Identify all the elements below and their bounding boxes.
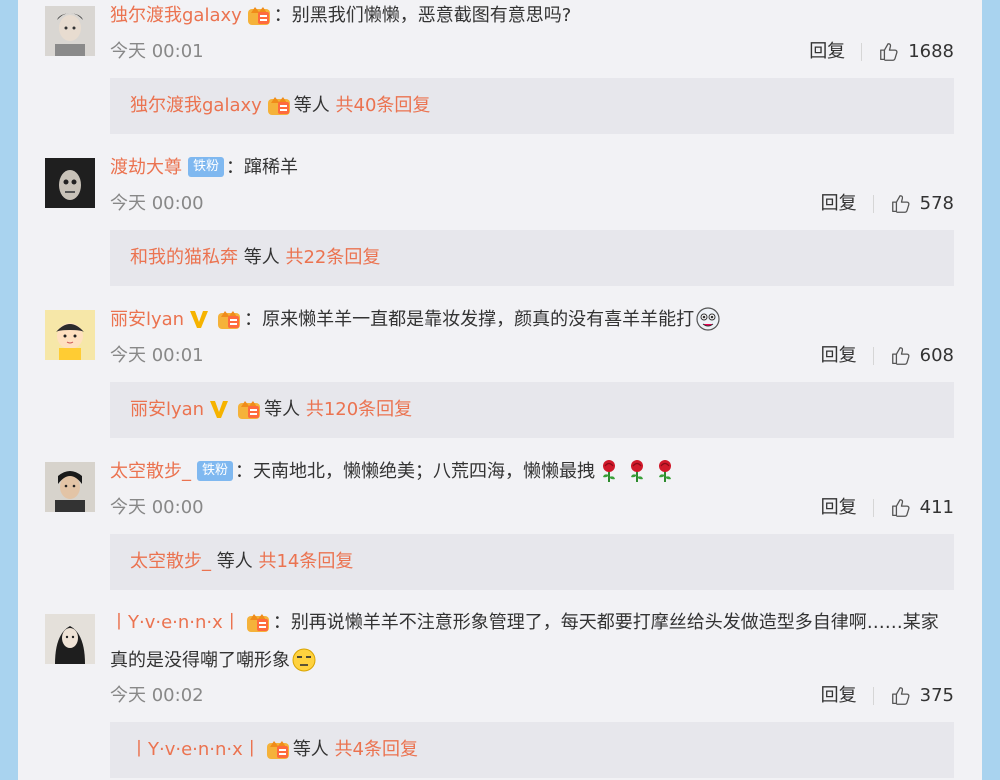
comment-text: 蹿稀羊 [244,157,299,178]
reply-button[interactable]: 回复 [809,40,845,64]
thumbs-up-icon [880,43,898,61]
vip-crown-icon [238,400,261,419]
vip-crown-icon [246,613,269,632]
divider [861,43,863,61]
reply-button[interactable]: 回复 [821,344,857,368]
thumbs-up-icon [891,687,910,705]
comment-actions: 回复 375 [821,684,954,708]
avatar[interactable] [45,310,95,360]
comment-text: 别黑我们懒懒，恶意截图有意思吗? [291,5,572,26]
comment-actions: 回复 1688 [809,40,954,64]
reply-thread-summary[interactable]: 太空散步_ 等人 共14条回复 [110,534,954,590]
like-count: 608 [919,345,954,366]
reply-username[interactable]: 丨Y·v·e·n·n·x丨 [130,739,261,760]
colon: ： [235,461,254,482]
like-button[interactable]: 1688 [878,40,954,64]
reply-username[interactable]: 丽安lyan [130,399,204,420]
rose-icon [602,458,617,483]
reply-thread-summary[interactable]: 丽安lyan 等人 共120条回复 [110,382,954,438]
vip-crown-icon [267,96,290,115]
reply-button[interactable]: 回复 [821,496,857,520]
colon: ： [272,612,291,633]
comment-text: 原来懒羊羊一直都是靠妆发撑，颜真的没有喜羊羊能打 [262,309,695,330]
like-button[interactable]: 411 [890,496,954,520]
colon: ： [273,5,292,26]
comment-line: 太空散步_ 铁粉 ：天南地北，懒懒绝美；八荒四海，懒懒最拽 [110,457,942,487]
thumbs-up-icon [891,347,910,365]
reply-total[interactable]: 共4条回复 [335,739,418,760]
reply-thread-summary[interactable]: 和我的猫私奔 等人 共22条回复 [110,230,954,286]
like-button[interactable]: 375 [890,684,954,708]
reply-total[interactable]: 共40条回复 [336,95,431,116]
like-count: 375 [919,685,954,706]
avatar[interactable] [45,614,95,664]
avatar[interactable] [45,6,95,56]
reply-button[interactable]: 回复 [821,684,857,708]
divider [872,687,874,705]
comment-panel: 独尔渡我galaxy ：别黑我们懒懒，恶意截图有意思吗? 今天 00:01 回复 … [18,0,982,780]
reply-username[interactable]: 独尔渡我galaxy [130,95,262,116]
vip-crown-icon [218,310,241,329]
like-count: 578 [919,193,954,214]
divider [872,499,874,517]
reply-etc: 等人 [264,399,301,420]
reply-thread-summary[interactable]: 独尔渡我galaxy 等人 共40条回复 [110,78,954,134]
reply-total[interactable]: 共14条回复 [258,551,353,572]
fan-badge: 铁粉 [197,460,234,481]
like-button[interactable]: 578 [890,192,954,216]
like-button[interactable]: 608 [890,344,954,368]
reply-total[interactable]: 共120条回复 [306,399,412,420]
rose-icon [630,458,645,483]
vip-crown-icon [247,6,270,25]
reply-username[interactable]: 太空散步_ [130,551,211,572]
like-count: 411 [919,497,954,518]
reply-etc: 等人 [292,739,329,760]
like-count: 1688 [908,41,954,62]
reply-button[interactable]: 回复 [821,192,857,216]
verified-v-icon [190,310,209,328]
comment-actions: 回复 578 [821,192,954,216]
comment-line: 丨Y·v·e·n·n·x丨 ：别再说懒羊羊不注意形象管理了，每天都要打摩丝给头发做… [110,604,942,680]
thumbs-up-icon [891,499,910,517]
comment-line: 丽安lyan ：原来懒羊羊一直都是靠妆发撑，颜真的没有喜羊羊能打 [110,305,942,335]
avatar[interactable] [45,158,95,208]
vip-crown-icon [266,740,289,759]
comment-text: 天南地北，懒懒绝美；八荒四海，懒懒最拽 [253,461,596,482]
reply-etc: 等人 [216,551,253,572]
thumbs-up-icon [891,195,910,213]
divider [872,195,874,213]
colon: ： [226,157,245,178]
reply-etc: 等人 [293,95,330,116]
timestamp: 今天 00:00 [110,497,204,518]
reply-username[interactable]: 和我的猫私奔 [130,247,238,268]
username[interactable]: 渡劫大尊 [110,157,182,178]
timestamp: 今天 00:01 [110,41,204,62]
verified-v-icon [210,400,229,418]
timestamp: 今天 00:00 [110,193,204,214]
avatar[interactable] [45,462,95,512]
comment-line: 独尔渡我galaxy ：别黑我们懒懒，恶意截图有意思吗? [110,1,942,31]
divider [872,347,874,365]
unamused-face-icon [292,648,316,671]
fan-badge: 铁粉 [188,156,225,177]
timestamp: 今天 00:01 [110,345,204,366]
crying-face-icon [696,306,720,331]
username[interactable]: 丽安lyan [110,309,184,330]
reply-total[interactable]: 共22条回复 [285,247,380,268]
reply-etc: 等人 [243,247,280,268]
comment-actions: 回复 608 [821,344,954,368]
reply-thread-summary[interactable]: 丨Y·v·e·n·n·x丨 等人 共4条回复 [110,722,954,778]
timestamp: 今天 00:02 [110,685,204,706]
comment-actions: 回复 411 [821,496,954,520]
rose-icon [658,458,673,483]
username[interactable]: 丨Y·v·e·n·n·x丨 [110,612,241,633]
comment-line: 渡劫大尊 铁粉 ：蹿稀羊 [110,153,942,183]
colon: ： [244,309,263,330]
username[interactable]: 独尔渡我galaxy [110,5,242,26]
username[interactable]: 太空散步_ [110,461,191,482]
